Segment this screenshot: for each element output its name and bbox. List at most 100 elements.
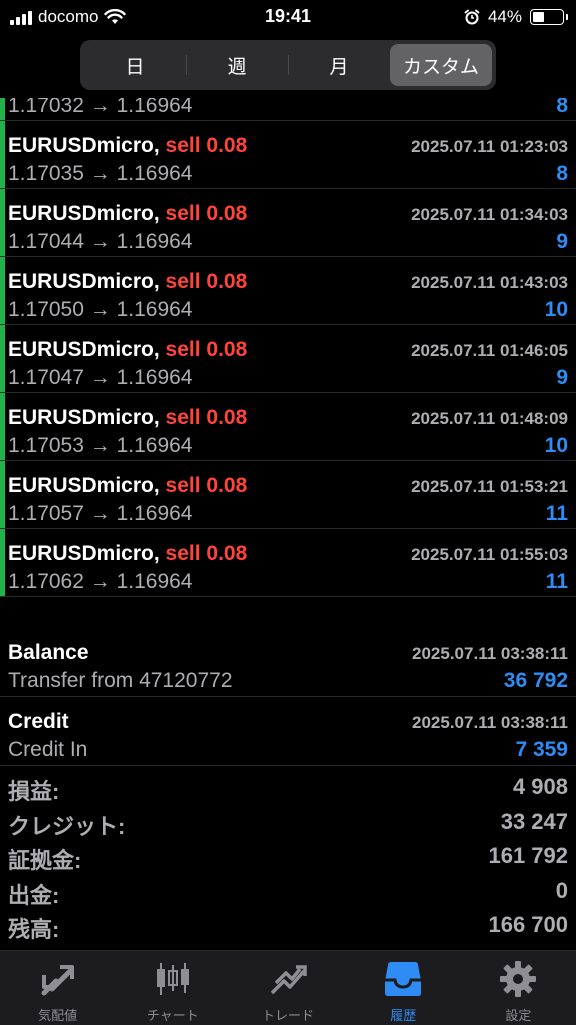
deal-row[interactable]: EURUSDmicro, sell 0.08 2025.07.11 01:55:0… <box>0 529 576 597</box>
summary-value: 4 908 <box>512 774 568 799</box>
deal-price: 1.17057 → 1.16964 <box>8 502 193 525</box>
deal-profit: 11 <box>545 570 568 593</box>
summary-credit: クレジット: 33 247 <box>0 805 576 840</box>
tab-label: 気配値 <box>38 1008 78 1023</box>
deal-profit: 11 <box>545 502 568 525</box>
summary-label: 残高: <box>8 917 60 942</box>
deal-datetime: 2025.07.11 01:53:21 <box>411 477 568 496</box>
deal-price: 1.17044 → 1.16964 <box>8 230 193 253</box>
summary-value: 33 247 <box>500 808 568 834</box>
credit-amount: 7 359 <box>515 738 568 761</box>
tab-label: 設定 <box>505 1008 532 1023</box>
period-segmented-control: 日 週 月 カスタム <box>80 40 496 90</box>
tab-settings[interactable]: 設定 <box>461 951 576 1025</box>
alarm-icon <box>464 9 480 25</box>
deal-symbol: EURUSDmicro, sell 0.08 <box>8 406 247 430</box>
deal-symbol-name: EURUSDmicro, <box>8 202 160 225</box>
battery-level <box>533 12 545 22</box>
deal-row[interactable]: EURUSDmicro, sell 0.08 2025.07.11 01:53:2… <box>0 461 576 529</box>
deal-profit: 10 <box>544 434 568 457</box>
summary-value: 166 700 <box>488 912 568 937</box>
deal-symbol: EURUSDmicro, sell 0.08 <box>8 542 247 566</box>
tab-trade[interactable]: トレード <box>230 951 345 1025</box>
segment-custom[interactable]: カスタム <box>390 44 492 86</box>
summary-value: 0 <box>555 877 568 903</box>
deal-symbol: EURUSDmicro, sell 0.08 <box>8 202 247 226</box>
deal-symbol: EURUSDmicro, sell 0.08 <box>8 270 247 294</box>
deal-profit: 8 <box>556 98 568 117</box>
segment-week[interactable]: 週 <box>186 44 288 86</box>
credit-row[interactable]: Credit 2025.07.11 03:38:11 Credit In 7 3… <box>0 697 576 766</box>
deal-side-volume: sell 0.08 <box>165 406 248 429</box>
deal-side-volume: sell 0.08 <box>165 338 248 361</box>
credit-title: Credit <box>8 710 69 733</box>
deal-profit: 10 <box>544 298 568 321</box>
deal-price: 1.17053 → 1.16964 <box>8 434 193 457</box>
tab-label: トレード <box>262 1008 315 1023</box>
deal-price: 1.17062 → 1.16964 <box>8 570 193 593</box>
battery-icon <box>530 9 568 25</box>
balance-description: Transfer from 47120772 <box>8 669 233 692</box>
balance-row[interactable]: Balance 2025.07.11 03:38:11 Transfer fro… <box>0 628 576 697</box>
status-right: 44% <box>464 6 568 28</box>
deal-row[interactable]: EURUSDmicro, sell 0.08 2025.07.11 01:34:0… <box>0 189 576 257</box>
deal-row[interactable]: EURUSDmicro, sell 0.08 2025.07.11 01:46:0… <box>0 325 576 393</box>
deal-side-volume: sell 0.08 <box>165 474 248 497</box>
deal-row[interactable]: EURUSDmicro, sell 0.08 2025.07.11 01:48:0… <box>0 393 576 461</box>
summary-deposit: 証拠金: 161 792 <box>0 839 576 874</box>
deal-symbol-name: EURUSDmicro, <box>8 134 160 157</box>
deal-side-volume: sell 0.08 <box>165 134 248 157</box>
deal-price: 1.17050 → 1.16964 <box>8 298 193 321</box>
history-icon <box>385 962 422 996</box>
settings-icon <box>500 961 537 997</box>
summary-withdrawal: 出金: 0 <box>0 874 576 909</box>
credit-description: Credit In <box>8 738 88 761</box>
account-summary: 損益: 4 908 クレジット: 33 247 証拠金: 161 792 出金:… <box>0 770 576 943</box>
summary-label: クレジット: <box>8 813 126 839</box>
deal-profit: 9 <box>556 230 568 253</box>
tab-quotes[interactable]: 気配値 <box>0 951 115 1025</box>
quotes-icon <box>41 965 74 996</box>
deal-datetime: 2025.07.11 01:23:03 <box>411 137 568 156</box>
summary-value: 161 792 <box>488 843 568 868</box>
tab-label: 履歴 <box>390 1008 417 1023</box>
deal-datetime: 2025.07.11 01:46:05 <box>411 341 568 360</box>
tab-label: チャート <box>146 1008 199 1023</box>
deal-side-volume: sell 0.08 <box>165 542 248 565</box>
deal-row[interactable]: EURUSDmicro, sell 0.08 2025.07.11 01:43:0… <box>0 257 576 325</box>
deal-symbol: EURUSDmicro, sell 0.08 <box>8 338 247 362</box>
deal-symbol: EURUSDmicro, sell 0.08 <box>8 474 247 498</box>
deal-symbol-name: EURUSDmicro, <box>8 406 160 429</box>
history-list[interactable]: EURUSDmicro, sell 0.082025.07.11 01:19:0… <box>0 98 576 628</box>
tab-chart[interactable]: チャート <box>115 951 230 1025</box>
summary-label: 損益: <box>8 779 60 804</box>
deal-row[interactable]: EURUSDmicro, sell 0.082025.07.11 01:19:0… <box>0 98 576 121</box>
deal-profit: 8 <box>556 162 568 185</box>
tab-history[interactable]: 履歴 <box>346 951 461 1025</box>
balance-amount: 36 792 <box>503 669 568 692</box>
trade-icon <box>270 965 307 995</box>
deal-symbol-name: EURUSDmicro, <box>8 474 160 497</box>
deal-side-volume: sell 0.08 <box>165 270 248 293</box>
segment-day[interactable]: 日 <box>84 44 186 86</box>
bottom-tab-bar: 気配値 チャート トレード 履歴 設定 <box>0 950 576 1025</box>
summary-label: 出金: <box>8 882 60 908</box>
deal-price: 1.17035 → 1.16964 <box>8 162 193 185</box>
segment-month[interactable]: 月 <box>288 44 390 86</box>
deal-row[interactable]: EURUSDmicro, sell 0.08 2025.07.11 01:23:0… <box>0 121 576 189</box>
deal-datetime: 2025.07.11 01:34:03 <box>411 205 568 224</box>
credit-datetime: 2025.07.11 03:38:11 <box>412 713 568 732</box>
summary-balance: 残高: 166 700 <box>0 908 576 943</box>
deal-symbol-name: EURUSDmicro, <box>8 270 160 293</box>
chart-icon <box>156 963 189 995</box>
deal-datetime: 2025.07.11 01:55:03 <box>411 545 568 564</box>
deal-symbol: EURUSDmicro, sell 0.08 <box>8 134 247 158</box>
summary-profit: 損益: 4 908 <box>0 770 576 805</box>
deal-side-volume: sell 0.08 <box>165 202 248 225</box>
deal-price: 1.17047 → 1.16964 <box>8 366 193 389</box>
deal-price: 1.17032 → 1.16964 <box>8 98 193 117</box>
deal-symbol-name: EURUSDmicro, <box>8 542 160 565</box>
period-selector-bar: 日 週 月 カスタム <box>0 34 576 98</box>
deal-profit: 9 <box>556 366 568 389</box>
status-bar: docomo 19:41 44% <box>0 0 576 34</box>
